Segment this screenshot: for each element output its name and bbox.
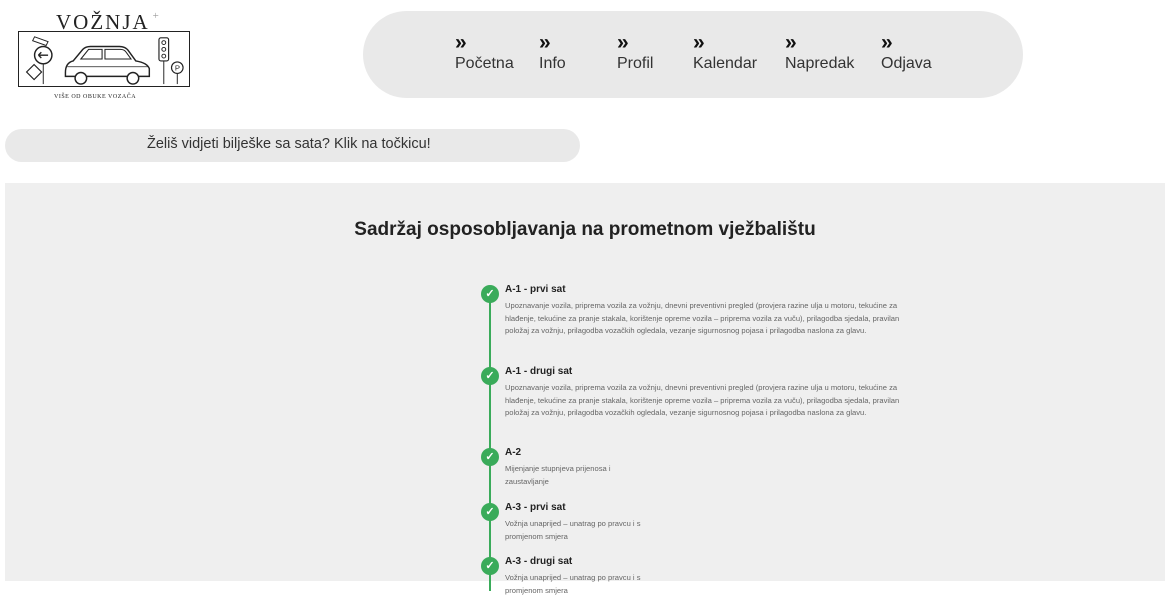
timeline-item-title: A-2	[505, 447, 522, 458]
timeline-line	[489, 301, 491, 591]
nav-item-odjava[interactable]: » Odjava	[881, 31, 932, 73]
nav-item-kalendar[interactable]: » Kalendar	[693, 31, 758, 73]
nav-label: Info	[539, 55, 566, 72]
check-circle-icon[interactable]: ✓	[481, 503, 499, 521]
svg-text:P: P	[175, 64, 180, 73]
car-illustration: P	[25, 36, 184, 85]
double-chevron-right-icon: »	[881, 31, 893, 54]
nav-item-napredak[interactable]: » Napredak	[785, 31, 855, 73]
nav-label: Odjava	[881, 55, 932, 72]
check-circle-icon[interactable]: ✓	[481, 367, 499, 385]
timeline-item-title: A-1 - prvi sat	[505, 284, 566, 295]
double-chevron-right-icon: »	[785, 31, 797, 54]
notes-banner[interactable]: Želiš vidjeti bilješke sa sata? Klik na …	[5, 129, 580, 162]
double-chevron-right-icon: »	[455, 31, 467, 54]
logo-tagline: VIŠE OD OBUKE VOZAČA	[54, 94, 137, 100]
timeline-item-title: A-3 - prvi sat	[505, 502, 566, 513]
double-chevron-right-icon: »	[693, 31, 705, 54]
double-chevron-right-icon: »	[539, 31, 551, 54]
nav-label: Profil	[617, 55, 654, 72]
nav-label: Početna	[455, 55, 514, 72]
check-circle-icon[interactable]: ✓	[481, 557, 499, 575]
timeline-item-desc: Upoznavanje vozila, priprema vozila za v…	[505, 383, 900, 417]
logo[interactable]: VOŽNJA + P VIŠE OD OBUKE VOZAČA	[18, 10, 192, 102]
nav-item-pocetna[interactable]: » Početna	[455, 31, 514, 73]
nav-item-profil[interactable]: » Profil	[617, 31, 654, 73]
panel-title: Sadržaj osposobljavanja na prometnom vje…	[354, 219, 816, 240]
logo-plus: +	[152, 10, 161, 22]
notes-banner-text: Želiš vidjeti bilješke sa sata? Klik na …	[147, 136, 431, 152]
timeline-item-desc: Mijenjanje stupnjeva prijenosa i zaustav…	[505, 464, 611, 486]
timeline-item-desc: Vožnja unaprijed – unatrag po pravcu i s…	[505, 519, 641, 541]
double-chevron-right-icon: »	[617, 31, 629, 54]
timeline-item-desc: Vožnja unaprijed – unatrag po pravcu i s…	[505, 573, 641, 595]
timeline-item-title: A-3 - drugi sat	[505, 556, 573, 567]
timeline-item-title: A-1 - drugi sat	[505, 366, 573, 377]
nav-label: Napredak	[785, 55, 855, 72]
logo-illustration: P	[18, 31, 190, 87]
training-content-panel: Sadržaj osposobljavanja na prometnom vje…	[5, 183, 1165, 595]
timeline-item-desc: Upoznavanje vozila, priprema vozila za v…	[505, 301, 900, 335]
main-nav: » Početna » Info » Profil » Kalendar » N…	[363, 11, 1023, 98]
nav-item-info[interactable]: » Info	[539, 31, 566, 73]
check-circle-icon[interactable]: ✓	[481, 448, 499, 466]
nav-label: Kalendar	[693, 55, 758, 72]
check-circle-icon[interactable]: ✓	[481, 285, 499, 303]
